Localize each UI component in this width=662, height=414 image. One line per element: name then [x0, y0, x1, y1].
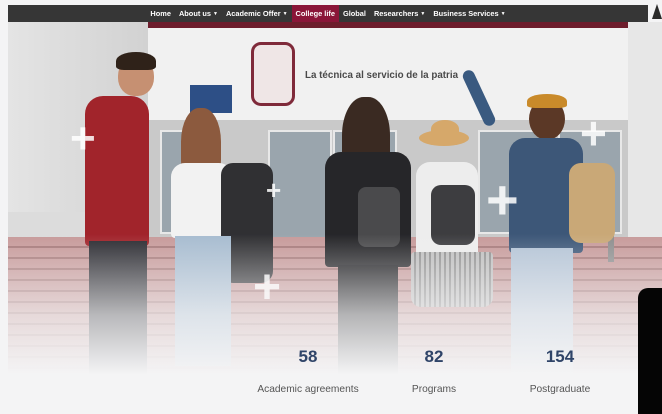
nav-item-business-services[interactable]: Business Services ▼: [429, 5, 509, 22]
nav-item-global[interactable]: Global: [339, 5, 370, 22]
sparkle-icon: +: [580, 107, 607, 159]
sparkle-icon: +: [70, 114, 96, 163]
main-navigation: Home About us ▼ Academic Offer ▼ College l…: [8, 5, 648, 22]
nav-item-label: Academic Offer: [225, 9, 281, 18]
caret-down-icon: ▼: [212, 10, 218, 17]
nav-item-label: Home: [150, 9, 171, 18]
corner-triangle-icon: [652, 4, 662, 19]
nav-item-college-life[interactable]: College life: [291, 5, 339, 22]
stat-programs: 82 Programs: [364, 347, 504, 395]
stat-postgraduate: 154 Postgraduate: [490, 347, 630, 395]
nav-item-researchers[interactable]: Researchers ▼: [370, 5, 429, 22]
sparkle-icon: +: [266, 175, 282, 205]
stat-value: 154: [545, 347, 575, 366]
page: Home About us ▼ Academic Offer ▼ College l…: [0, 0, 662, 414]
caret-down-icon: ▼: [282, 10, 288, 17]
dark-popup-panel[interactable]: [638, 288, 662, 414]
nav-item-about-us[interactable]: About us ▼: [175, 5, 222, 22]
building-sign-text: La técnica al servicio de la patria: [305, 70, 459, 81]
caret-down-icon: ▼: [500, 10, 506, 17]
nav-item-label: Business Services: [433, 9, 499, 18]
nav-item-label: About us: [178, 9, 211, 18]
nav-item-academic-offer[interactable]: Academic Offer ▼: [222, 5, 292, 22]
nav-item-label: College life: [295, 9, 335, 18]
nav-item-home[interactable]: Home: [146, 5, 175, 22]
sparkle-icon: +: [486, 168, 519, 231]
stat-academic-agreements: 58 Academic agreements: [238, 347, 378, 395]
stat-label: Postgraduate: [529, 384, 591, 395]
institution-emblem-icon: [251, 42, 295, 106]
stat-label: Academic agreements: [257, 384, 359, 395]
nav-item-label: Researchers: [373, 9, 419, 18]
caret-down-icon: ▼: [420, 10, 426, 17]
stat-label: Programs: [411, 384, 457, 395]
stat-value: 58: [298, 347, 318, 366]
stat-value: 82: [424, 347, 444, 366]
building-column: [622, 22, 662, 252]
nav-item-label: Global: [342, 9, 366, 18]
